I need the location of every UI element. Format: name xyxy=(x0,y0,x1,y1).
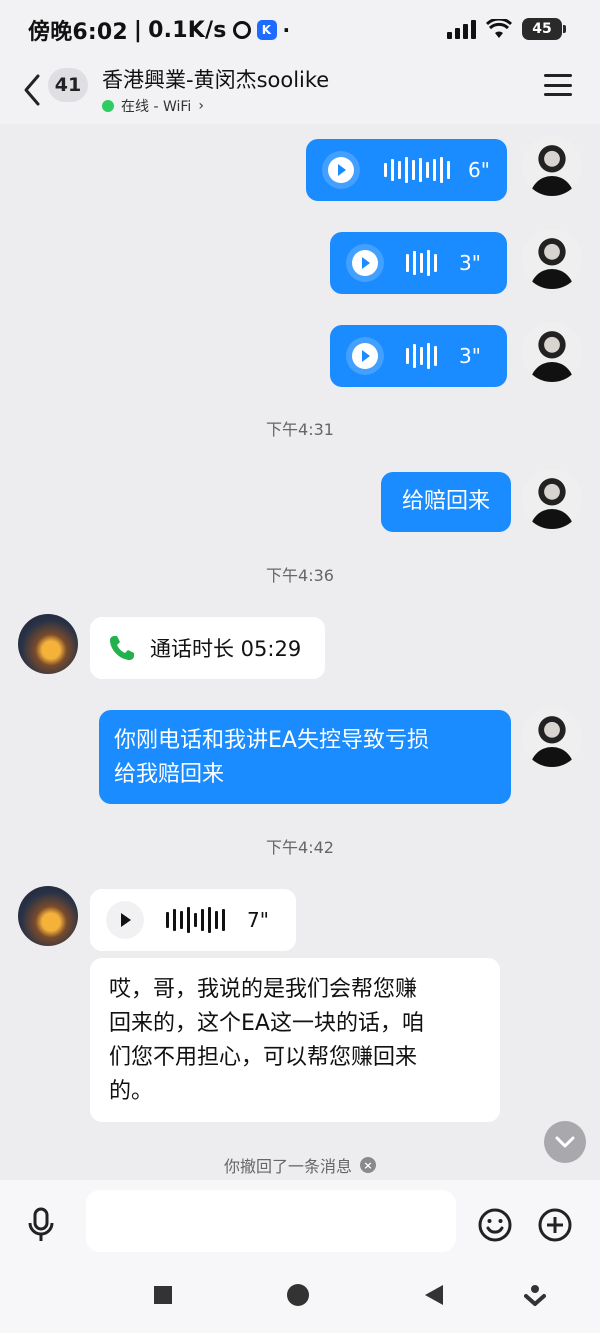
voice-message-bubble[interactable]: 6" xyxy=(306,139,507,201)
call-record-bubble[interactable]: 通话时长 05:29 xyxy=(90,617,325,679)
text-message-bubble[interactable]: 你刚电话和我讲EA失控导致亏损 给我赔回来 xyxy=(99,710,511,804)
contact-avatar[interactable] xyxy=(18,614,78,674)
unread-count-badge[interactable]: 41 xyxy=(48,68,88,102)
my-avatar[interactable] xyxy=(522,322,582,382)
signal-icon xyxy=(447,19,476,39)
play-icon[interactable] xyxy=(346,244,384,282)
input-bar xyxy=(0,1180,600,1270)
message-text-line: 们您不用担心，可以帮您赚回来 xyxy=(109,1045,418,1070)
voice-message-bubble[interactable]: 3" xyxy=(330,325,507,387)
message-timestamp: 下午4:42 xyxy=(266,838,334,857)
wifi-icon xyxy=(486,19,512,38)
chevron-down-icon xyxy=(555,1136,575,1148)
waveform-icon xyxy=(406,248,437,278)
message-text-line: 哎，哥，我说的是我们会帮您赚 xyxy=(109,977,418,1002)
battery-icon: 45 xyxy=(522,18,566,40)
notification-dot-icon: · xyxy=(282,18,291,42)
status-time: 傍晚6:02 xyxy=(28,20,128,45)
status-right: 45 xyxy=(447,18,566,40)
text-message-bubble[interactable]: 哎，哥，我说的是我们会帮您赚 回来的，这个EA这一块的话，咱 们您不用担心，可以… xyxy=(90,958,500,1122)
waveform-icon xyxy=(406,341,437,371)
contact-name[interactable]: 香港興業-黄闵杰soolike xyxy=(102,64,329,94)
play-icon[interactable] xyxy=(346,337,384,375)
emoji-icon xyxy=(478,1208,512,1242)
my-avatar[interactable] xyxy=(522,707,582,767)
message-timestamp: 下午4:31 xyxy=(266,420,334,439)
waveform-icon xyxy=(166,905,225,935)
chat-header: 41 香港興業-黄闵杰soolike 在线 - WiFi › xyxy=(0,60,600,124)
voice-duration: 3" xyxy=(459,344,481,368)
my-avatar[interactable] xyxy=(522,136,582,196)
network-speed: 0.1K/s xyxy=(148,17,227,43)
recall-text: 你撤回了一条消息 xyxy=(223,1157,352,1176)
contact-avatar[interactable] xyxy=(18,886,78,946)
voice-duration: 6" xyxy=(468,158,490,182)
voice-duration: 7" xyxy=(247,908,269,932)
system-nav-bar xyxy=(0,1270,600,1333)
battery-level: 45 xyxy=(532,21,552,37)
voice-message-bubble[interactable]: 7" xyxy=(90,889,296,951)
voice-duration: 3" xyxy=(459,251,481,275)
add-button[interactable] xyxy=(535,1205,575,1245)
my-avatar[interactable] xyxy=(522,229,582,289)
chevron-right-icon: › xyxy=(198,98,204,114)
message-input[interactable] xyxy=(86,1190,456,1252)
plus-circle-icon xyxy=(538,1208,572,1242)
menu-icon[interactable] xyxy=(544,74,572,96)
waveform-icon xyxy=(384,155,450,185)
recent-apps-icon[interactable] xyxy=(152,1284,174,1306)
phone-icon xyxy=(110,636,134,660)
back-icon[interactable] xyxy=(18,70,48,110)
message-text: 给赔回来 xyxy=(401,489,490,514)
message-text-line: 你刚电话和我讲EA失控导致亏损 xyxy=(114,728,429,753)
recall-notice: 你撤回了一条消息 × xyxy=(0,1153,600,1177)
home-icon[interactable] xyxy=(286,1283,310,1307)
presence-status[interactable]: 在线 - WiFi › xyxy=(102,96,204,116)
play-icon[interactable] xyxy=(322,151,360,189)
online-dot-icon xyxy=(102,100,114,112)
text-message-bubble[interactable]: 给赔回来 xyxy=(381,472,511,532)
microphone-icon xyxy=(28,1207,54,1241)
message-text-line: 给我赔回来 xyxy=(114,762,225,787)
call-duration-text: 通话时长 05:29 xyxy=(150,637,302,661)
emoji-button[interactable] xyxy=(475,1205,515,1245)
assistant-icon[interactable] xyxy=(524,1283,546,1307)
voice-message-bubble[interactable]: 3" xyxy=(330,232,507,294)
close-icon[interactable]: × xyxy=(360,1157,376,1173)
k-app-icon: K xyxy=(256,20,277,40)
back-nav-icon[interactable] xyxy=(422,1283,446,1307)
status-left: 傍晚6:02 | 0.1K/s K · xyxy=(28,14,290,46)
play-icon[interactable] xyxy=(106,901,144,939)
alarm-icon xyxy=(232,21,251,39)
status-bar: 傍晚6:02 | 0.1K/s K · 45 xyxy=(0,0,600,60)
message-text-line: 的。 xyxy=(109,1079,154,1104)
voice-input-button[interactable] xyxy=(21,1205,61,1245)
message-timestamp: 下午4:36 xyxy=(266,566,334,585)
my-avatar[interactable] xyxy=(522,469,582,529)
message-text-line: 回来的，这个EA这一块的话，咱 xyxy=(109,1011,424,1036)
presence-text: 在线 - WiFi xyxy=(121,99,192,115)
